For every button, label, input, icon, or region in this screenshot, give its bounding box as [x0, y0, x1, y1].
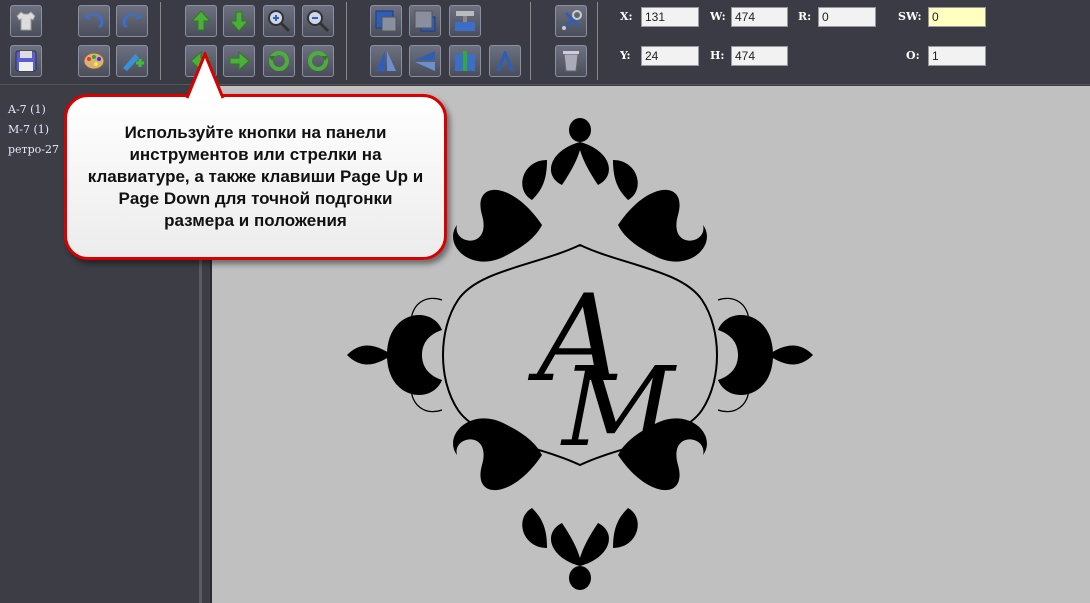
help-tooltip: Используйте кнопки на панели инструменто… [64, 94, 447, 260]
arrow-up-icon [190, 10, 212, 31]
add-image-icon [123, 54, 144, 71]
tshirt-button[interactable] [10, 5, 42, 37]
flip-vertical-button[interactable] [370, 45, 402, 77]
tshirt-icon [16, 11, 36, 31]
redo-icon [122, 12, 142, 28]
sw-input[interactable] [928, 7, 986, 27]
save-button[interactable] [10, 45, 42, 77]
align-center-icon [455, 11, 475, 31]
r-input[interactable] [818, 7, 876, 27]
rotate-left-button[interactable] [263, 45, 295, 77]
send-back-button[interactable] [409, 5, 441, 37]
sw-label: SW: [898, 10, 922, 23]
help-tooltip-text: Используйте кнопки на панели инструменто… [87, 123, 424, 230]
w-label: W: [710, 10, 726, 23]
trash-icon [563, 51, 579, 72]
flip-horizontal-button[interactable] [409, 45, 441, 77]
send-back-icon [414, 10, 436, 32]
align-center-button[interactable] [449, 5, 481, 37]
settings-tools-button[interactable] [555, 5, 587, 37]
text-tool-button[interactable] [489, 45, 521, 77]
flip-vertical-icon [376, 51, 396, 71]
bring-front-icon [375, 10, 397, 32]
palette-icon [83, 52, 105, 70]
o-input[interactable] [928, 46, 986, 66]
add-image-button[interactable] [116, 45, 148, 77]
save-icon [15, 50, 37, 72]
h-label: H: [710, 49, 725, 62]
zoom-out-button[interactable] [302, 5, 334, 37]
distribute-button[interactable] [449, 45, 481, 77]
rotate-left-icon [269, 51, 289, 71]
tooltip-pointer [185, 52, 225, 100]
move-right-button[interactable] [223, 45, 255, 77]
text-tool-icon [496, 51, 514, 71]
undo-button[interactable] [78, 5, 110, 37]
zoom-in-button[interactable] [263, 5, 295, 37]
rotate-right-button[interactable] [302, 45, 334, 77]
flip-horizontal-icon [415, 51, 435, 71]
rotate-right-icon [308, 51, 328, 71]
delete-button[interactable] [555, 45, 587, 77]
x-input[interactable] [641, 7, 699, 27]
undo-icon [84, 12, 104, 28]
arrow-right-icon [229, 50, 250, 72]
distribute-icon [455, 51, 475, 71]
y-label: Y: [620, 49, 631, 62]
h-input[interactable] [731, 46, 788, 66]
zoom-out-icon [307, 10, 330, 33]
y-input[interactable] [641, 46, 699, 66]
zoom-in-icon [268, 10, 291, 33]
move-down-button[interactable] [223, 5, 255, 37]
w-input[interactable] [731, 7, 788, 27]
settings-tools-icon [561, 10, 582, 31]
r-label: R: [798, 10, 812, 23]
o-label: O: [906, 49, 920, 62]
arrow-down-icon [228, 11, 250, 32]
move-up-button[interactable] [185, 5, 217, 37]
x-label: X: [620, 10, 633, 23]
redo-button[interactable] [116, 5, 148, 37]
monogram-letter-m: M [560, 343, 677, 471]
bring-front-button[interactable] [370, 5, 402, 37]
palette-button[interactable] [78, 45, 110, 77]
toolbar: X: W: R: SW: Y: H: O: [0, 0, 1090, 85]
